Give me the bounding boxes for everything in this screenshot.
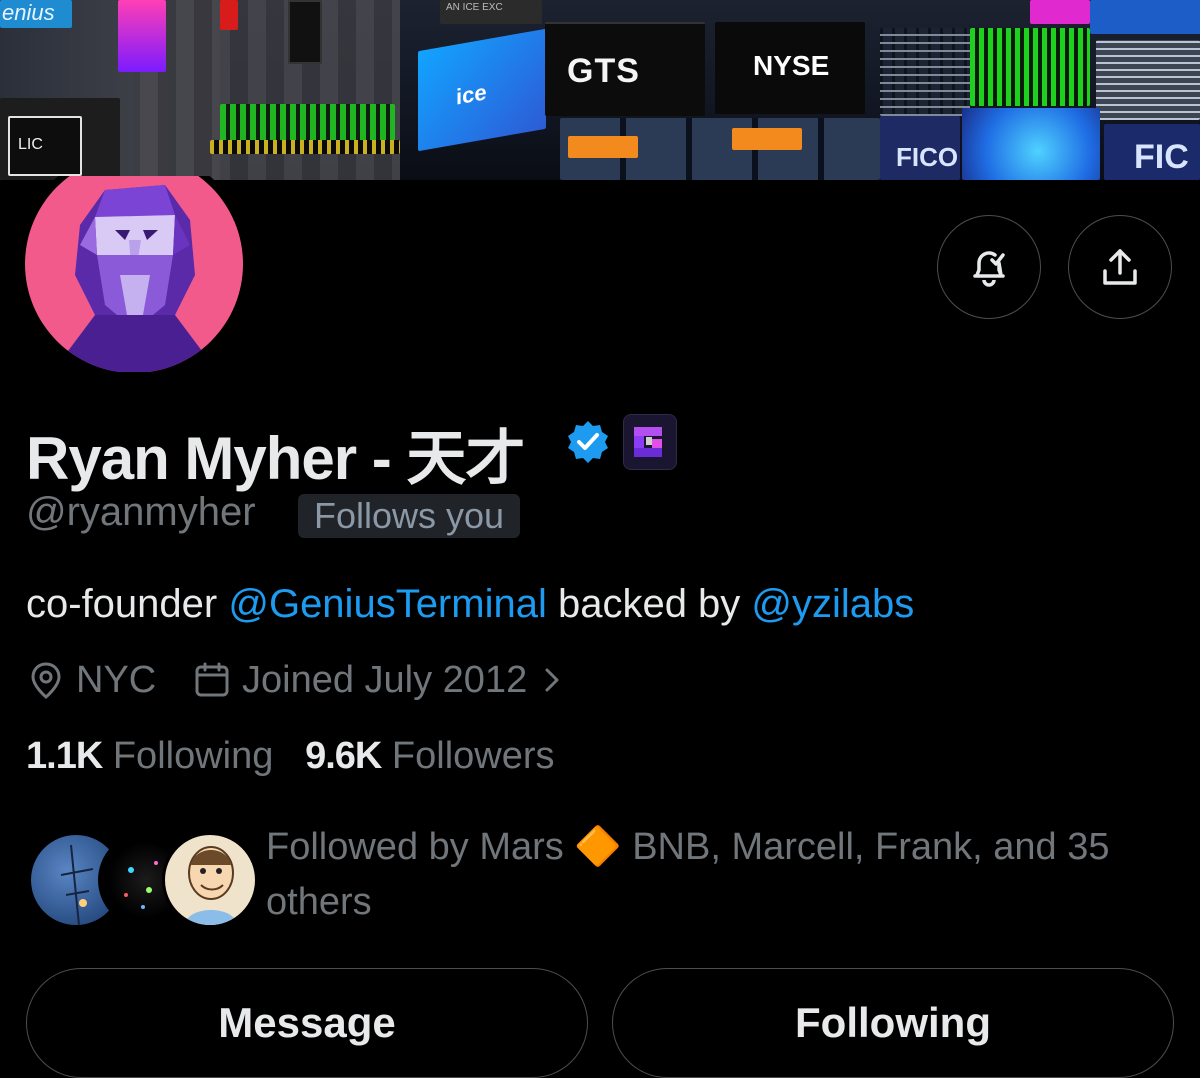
- bio-mention-geniusterminal[interactable]: @GeniusTerminal: [228, 582, 547, 626]
- affiliate-badge-icon[interactable]: [623, 414, 677, 470]
- chevron-right-icon: [545, 668, 559, 692]
- profile-joined[interactable]: Joined July 2012: [192, 655, 567, 705]
- notifications-button[interactable]: [937, 215, 1041, 319]
- banner-sign-gts: GTS: [545, 22, 705, 116]
- banner-ticker: [210, 140, 400, 154]
- banner-flag: [220, 0, 238, 30]
- bio-text: backed by: [546, 582, 752, 626]
- avatar: [162, 832, 258, 928]
- banner-sign-ice: ice: [418, 28, 546, 152]
- share-icon: [1103, 249, 1137, 285]
- verified-badge-icon[interactable]: [565, 419, 611, 465]
- location-text: NYC: [76, 658, 157, 701]
- follows-you-badge: Follows you: [298, 494, 521, 538]
- bell-check-icon: [973, 251, 1005, 287]
- banner-screen-grid: [880, 28, 970, 116]
- banner-screen-startup: [962, 108, 1100, 180]
- banner-sign-lic: LIC: [8, 116, 82, 176]
- profile-banner[interactable]: enius LIC AN ICE EXC ice GTS NYSE FICO F…: [0, 0, 1200, 180]
- share-button[interactable]: [1068, 215, 1172, 319]
- profile-location: NYC: [26, 655, 156, 705]
- banner-screen-orange: [732, 128, 802, 150]
- bio-text: co-founder: [26, 582, 229, 626]
- banner-sign-enius: enius: [0, 0, 72, 28]
- banner-screen-green: [970, 28, 1090, 106]
- followers-link[interactable]: 9.6K Followers: [305, 735, 554, 777]
- following-button[interactable]: Following: [612, 968, 1174, 1078]
- banner-sign-fico-text: FICO: [896, 142, 959, 172]
- banner-sign-nyse-text: NYSE: [753, 50, 830, 81]
- location-pin-icon: [31, 662, 61, 699]
- followers-count: 9.6K: [305, 735, 382, 777]
- avatar-photo: [185, 846, 237, 925]
- banner-screen-orange: [568, 136, 638, 158]
- user-handle: @ryanmyher: [26, 490, 256, 534]
- banner-sign-nyse: NYSE: [715, 22, 865, 114]
- following-link[interactable]: 1.1K Following: [26, 735, 273, 777]
- bio-mention-yzilabs[interactable]: @yzilabs: [751, 582, 914, 626]
- banner-sign-blue: [1090, 0, 1200, 34]
- affiliate-logo: [634, 427, 662, 457]
- banner-door: [288, 0, 322, 64]
- banner-sign-ice-text: ice: [456, 79, 487, 110]
- banner-sign-gts-text: GTS: [567, 52, 640, 90]
- followed-by-text[interactable]: Followed by Mars 🔶 BNB, Marcell, Frank, …: [266, 820, 1176, 930]
- avatar-image: [25, 176, 243, 372]
- profile-bio: co-founder @GeniusTerminal backed by @yz…: [26, 582, 914, 627]
- banner-sign-top: AN ICE EXC: [440, 0, 542, 24]
- banner-screen-magenta: [1030, 0, 1090, 24]
- banner-screen-pink: [118, 0, 166, 72]
- message-button[interactable]: Message: [26, 968, 588, 1078]
- profile-avatar[interactable]: [18, 176, 250, 372]
- following-count: 1.1K: [26, 735, 103, 777]
- followers-you-know-avatars[interactable]: [28, 832, 258, 928]
- avatar-illustration: [55, 185, 215, 372]
- banner-sign-fic-text: FIC: [1134, 138, 1189, 176]
- profile-stats: 1.1K Following 9.6K Followers: [26, 735, 555, 778]
- banner-ticker: [220, 104, 395, 142]
- display-name: Ryan Myher - 天才: [26, 425, 525, 492]
- joined-text: Joined July 2012: [242, 658, 528, 701]
- banner-sign-fico: FICO: [880, 116, 960, 180]
- followers-label: Followers: [391, 735, 555, 777]
- calendar-icon: [195, 662, 229, 697]
- banner-screen-gray: [1096, 40, 1200, 120]
- banner-sign-lic-text: LIC: [18, 136, 43, 153]
- banner-sign-fic: FIC: [1104, 124, 1200, 180]
- following-label: Following: [112, 735, 274, 777]
